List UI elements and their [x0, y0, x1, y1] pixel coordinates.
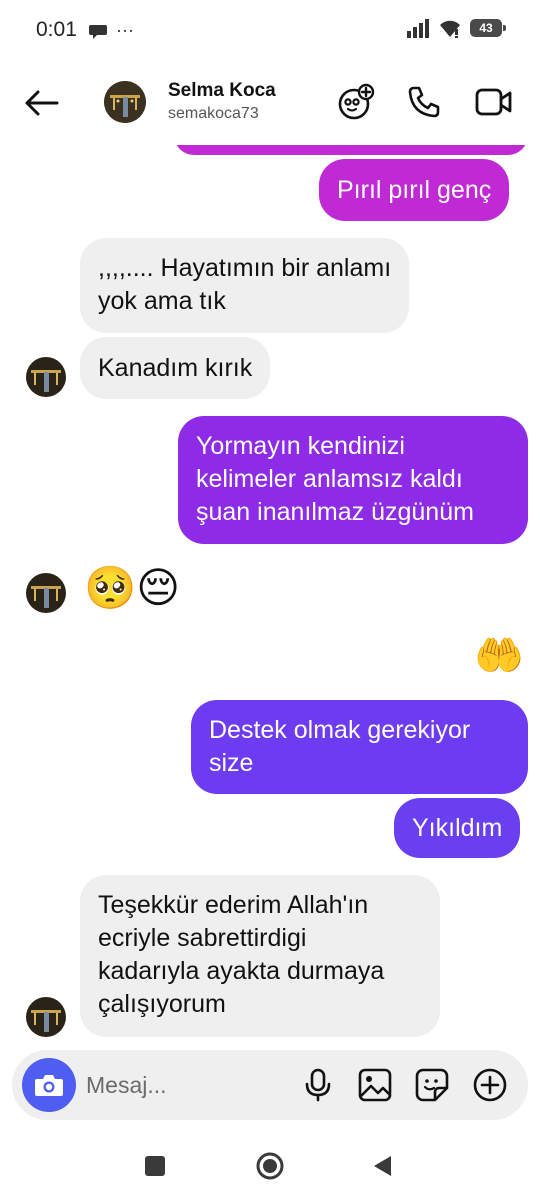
message-bubble-outgoing[interactable]: Yormayın kendinizi kelimeler anlamsız ka…: [178, 416, 528, 544]
message-bubble-incoming[interactable]: Teşekkür ederim Allah'ın ecriyle sabrett…: [80, 875, 440, 1037]
camera-icon: [35, 1075, 63, 1096]
recents-button[interactable]: [135, 1146, 175, 1186]
contact-name[interactable]: Selma Koca: [168, 80, 276, 102]
more-options-button[interactable]: [471, 1066, 509, 1104]
contact-avatar[interactable]: [104, 81, 146, 123]
message-text-line: Teşekkür ederim Allah'ın: [98, 891, 369, 919]
wifi-icon: [440, 20, 460, 38]
home-circle-icon: [256, 1152, 284, 1180]
message-text-line: yok ama tık: [98, 287, 226, 315]
back-arrow-icon: [25, 90, 59, 116]
message-input[interactable]: [86, 1066, 286, 1104]
square-icon: [145, 1156, 165, 1176]
sender-avatar[interactable]: [26, 997, 66, 1037]
triangle-back-icon: [374, 1156, 391, 1176]
system-navigation-bar: [0, 1130, 540, 1200]
add-friend-face-icon: [338, 83, 375, 120]
message-text-line: çalışıyorum: [98, 990, 226, 1018]
chat-header: Selma Koca semakoca73: [0, 60, 540, 145]
message-text-line: ,,,,.... Hayatımın bir anlamı: [98, 254, 392, 282]
status-notification-icons: ···: [88, 20, 134, 41]
sticker-button[interactable]: [413, 1066, 451, 1104]
chat-notification-icon: [89, 24, 107, 39]
system-back-button[interactable]: [362, 1146, 402, 1186]
emoji-message[interactable]: 🥺😔: [84, 563, 180, 613]
message-text-line: ecriyle sabrettirdigi: [98, 924, 307, 952]
gallery-button[interactable]: [356, 1066, 394, 1104]
call-button[interactable]: [404, 82, 444, 122]
back-button[interactable]: [18, 80, 64, 126]
message-bubble-outgoing[interactable]: Pırıl pırıl genç: [319, 159, 510, 221]
message-bubble-cutoff[interactable]: [174, 145, 528, 155]
voice-message-button[interactable]: [299, 1066, 337, 1104]
message-list[interactable]: Pırıl pırıl genç ,,,,.... Hayatımın bir …: [0, 145, 540, 1045]
message-bubble-outgoing[interactable]: Destek olmak gerekiyor size: [191, 700, 528, 794]
message-text: Yıkıldım: [412, 814, 503, 842]
message-text-line: kelimeler anlamsız kaldı: [196, 465, 463, 493]
sender-avatar[interactable]: [26, 573, 66, 613]
battery-level: 43: [479, 21, 493, 35]
more-notifications: ···: [116, 20, 134, 40]
message-text-line: kadarıyla ayakta durmaya: [98, 957, 385, 985]
message-text: Kanadım kırık: [98, 354, 253, 382]
message-composer: [12, 1050, 528, 1120]
battery-icon: 43: [470, 19, 506, 37]
message-text-line: Destek olmak gerekiyor: [209, 716, 471, 744]
signal-icon: [407, 19, 429, 38]
message-bubble-incoming[interactable]: Kanadım kırık: [80, 337, 271, 399]
home-button[interactable]: [250, 1146, 290, 1186]
video-camera-icon: [475, 88, 512, 116]
add-friend-button[interactable]: [336, 82, 376, 122]
video-call-button[interactable]: [474, 82, 514, 122]
emoji-text: 🥺😔: [84, 564, 181, 611]
status-right-icons: 43: [406, 18, 506, 38]
camera-button[interactable]: [22, 1058, 76, 1112]
emoji-text: 🤲: [474, 634, 524, 678]
message-text-line: size: [209, 749, 254, 777]
phone-icon: [408, 86, 440, 118]
image-icon: [358, 1068, 392, 1102]
message-text-line: şuan inanılmaz üzgünüm: [196, 498, 474, 526]
emoji-message[interactable]: 🤲: [474, 633, 524, 679]
message-bubble-incoming[interactable]: ,,,,.... Hayatımın bir anlamı yok ama tı…: [80, 238, 410, 333]
plus-circle-icon: [473, 1068, 507, 1102]
message-text-line: Yormayın kendinizi: [196, 432, 405, 460]
sticker-icon: [415, 1068, 449, 1102]
status-time: 0:01: [36, 18, 77, 41]
microphone-icon: [305, 1068, 331, 1102]
contact-username[interactable]: semakoca73: [168, 105, 259, 123]
message-text: Pırıl pırıl genç: [337, 176, 492, 204]
status-bar: 0:01 ··· 43: [0, 0, 540, 60]
sender-avatar[interactable]: [26, 357, 66, 397]
message-bubble-outgoing[interactable]: Yıkıldım: [394, 798, 521, 858]
